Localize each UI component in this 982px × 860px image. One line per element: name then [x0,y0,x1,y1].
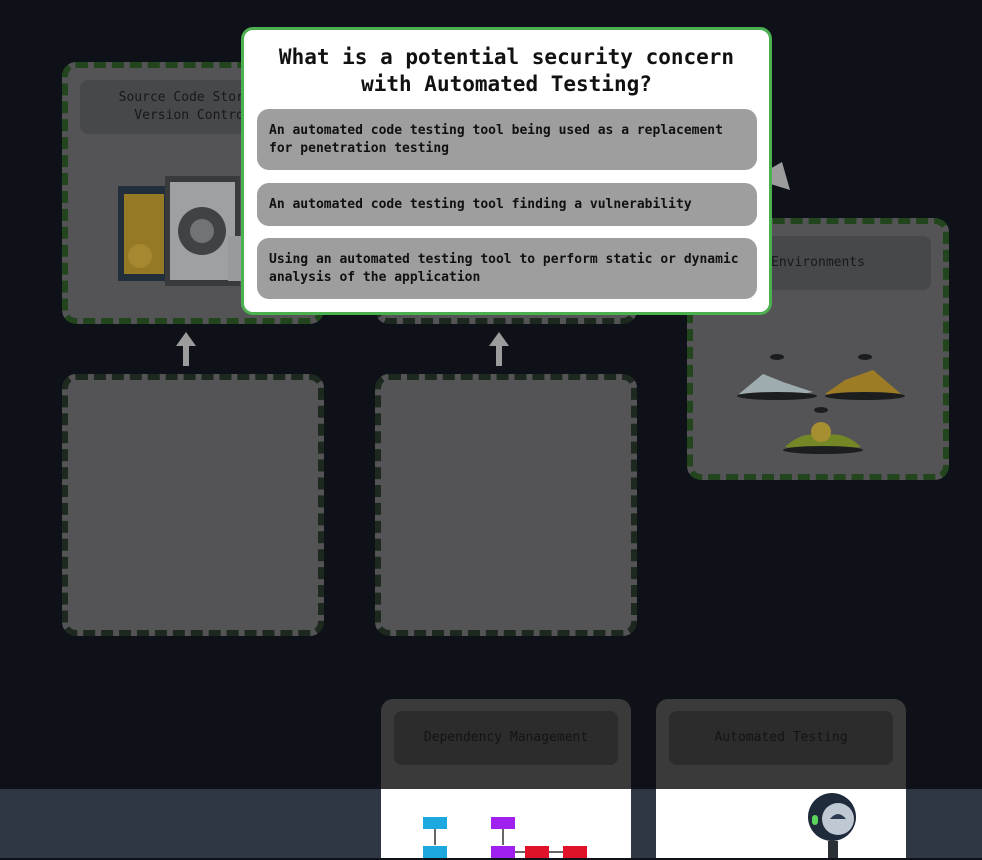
dependency-graph-area [381,789,631,858]
up-arrow-icon-middle [489,332,509,368]
quiz-modal: What is a potential security concern wit… [241,27,772,315]
dependency-management-label: Dependency Management [394,711,618,765]
empty-slot-left[interactable] [62,374,324,636]
empty-slot-middle[interactable] [375,374,637,636]
automated-testing-card[interactable]: Automated Testing [656,699,906,858]
quiz-option-1[interactable]: An automated code testing tool being use… [257,109,757,170]
vault-safe-icon [118,176,250,286]
up-arrow-icon-left [176,332,196,368]
quiz-option-2[interactable]: An automated code testing tool finding a… [257,183,757,226]
dependency-graph-icon [423,817,587,858]
automated-testing-label: Automated Testing [669,711,893,765]
quiz-option-3[interactable]: Using an automated testing tool to perfo… [257,238,757,299]
dependency-management-card[interactable]: Dependency Management [381,699,631,858]
quiz-question: What is a potential security concern wit… [278,45,735,96]
robot-testing-icon [808,793,856,858]
environments-terrain-icon [737,354,905,454]
automated-testing-area [656,789,906,858]
